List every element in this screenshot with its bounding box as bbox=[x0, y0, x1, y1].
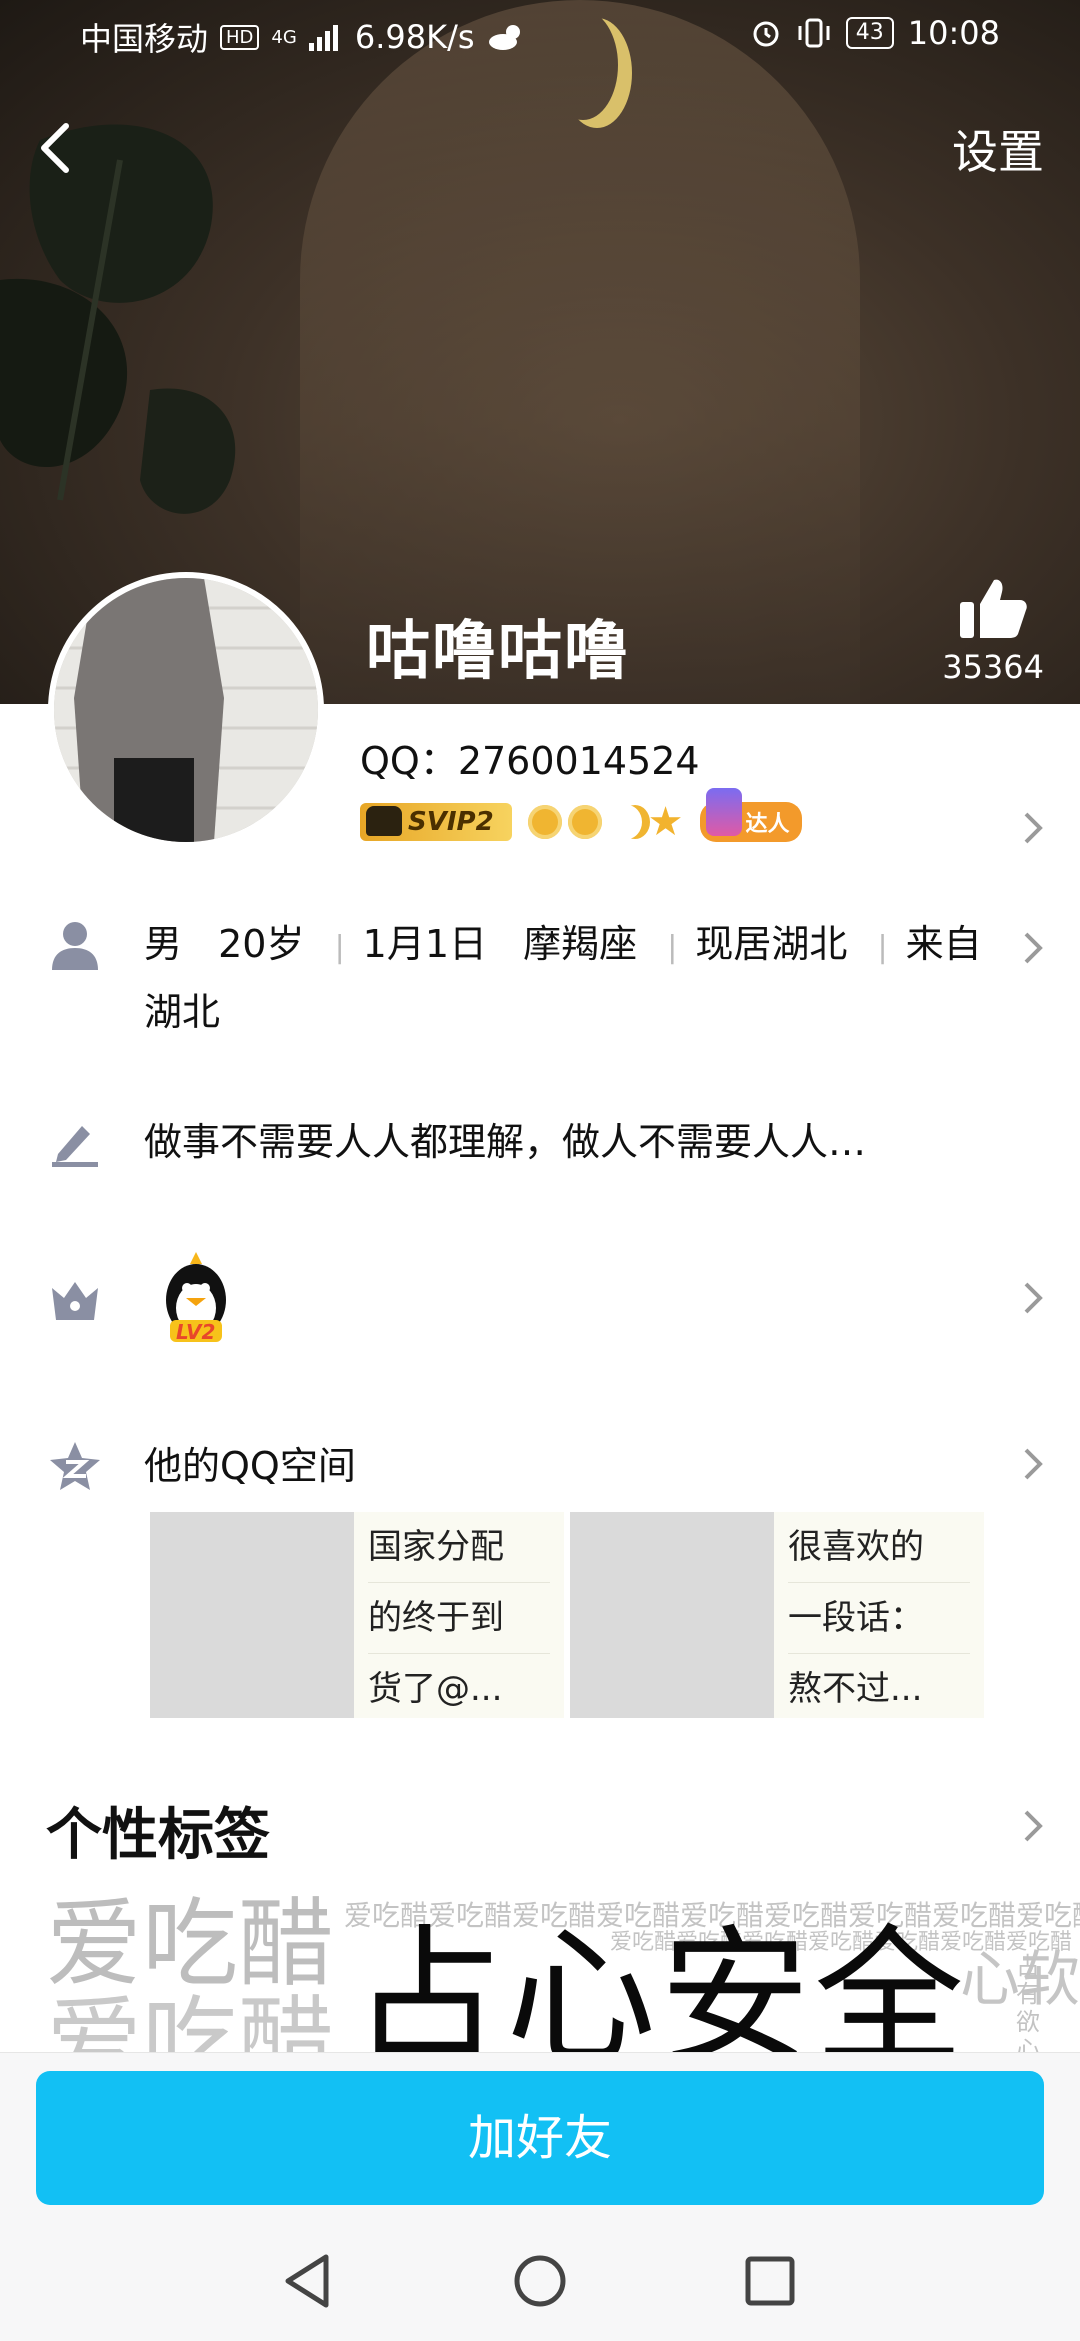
network-speed: 6.98K/s bbox=[354, 18, 475, 56]
signature-text: 做事不需要人人都理解，做人不需要人人… bbox=[144, 1120, 867, 1164]
basic-info-text: 男 20岁 | 1月1日 摩羯座 | 现居湖北 | 来自 湖北 bbox=[144, 912, 1004, 1044]
svip-label: SVIP2 bbox=[408, 807, 494, 837]
caption-line: 很喜欢的 bbox=[788, 1512, 970, 1583]
qq-penguin-level-badge[interactable]: LV2 bbox=[156, 1250, 236, 1350]
sun-level-icon bbox=[567, 805, 602, 839]
status-bar: 中国移动 HD 4G 6.98K/s 43 10:08 bbox=[0, 0, 1080, 72]
qq-number: QQ：2760014524 bbox=[360, 739, 700, 783]
caption-line: 国家分配 bbox=[368, 1512, 550, 1583]
caption-line: 一段话： bbox=[788, 1583, 970, 1654]
qzone-post-image bbox=[150, 1512, 354, 1718]
hometown: 湖北 bbox=[144, 990, 221, 1034]
tag-word: 爱吃醋 bbox=[46, 1888, 334, 2000]
tags-chevron-right-icon[interactable] bbox=[1022, 1808, 1044, 1844]
weather-icon bbox=[488, 25, 520, 50]
zodiac: 摩羯座 bbox=[523, 922, 638, 966]
qzone-title: 他的QQ空间 bbox=[144, 1444, 356, 1488]
back-arrow-icon[interactable] bbox=[30, 118, 90, 178]
qzone-post[interactable]: 国家分配 的终于到 货了@... bbox=[150, 1512, 564, 1718]
info-chevron-right-icon[interactable] bbox=[1022, 930, 1044, 966]
separator: | bbox=[667, 930, 678, 965]
star-level-icon: ★ bbox=[647, 799, 684, 845]
badges-chevron-right-icon[interactable] bbox=[1022, 810, 1044, 846]
current-location: 现居湖北 bbox=[695, 922, 848, 966]
tag-word: 爱吃醋 bbox=[46, 1986, 334, 2052]
like-count: 35364 bbox=[942, 648, 1044, 686]
caption-line: 货了@... bbox=[368, 1654, 550, 1718]
network-label: 4G bbox=[271, 26, 297, 48]
hd-badge: HD bbox=[220, 24, 260, 50]
carrier-label: 中国移动 bbox=[80, 20, 209, 58]
qzone-post-image bbox=[570, 1512, 774, 1718]
separator: | bbox=[877, 930, 888, 965]
qzone-post-caption: 国家分配 的终于到 货了@... bbox=[354, 1512, 564, 1718]
person-icon bbox=[52, 922, 98, 970]
age: 20岁 bbox=[218, 922, 305, 966]
level-label: LV2 bbox=[176, 1320, 216, 1344]
birthday: 1月1日 bbox=[362, 922, 488, 966]
tag-vertical-word: 占有欲心 bbox=[1016, 1952, 1040, 2052]
daren-label: 达人 bbox=[745, 812, 790, 837]
crown-icon bbox=[52, 1282, 98, 1320]
daren-phone-icon bbox=[705, 788, 742, 836]
tags-section-title: 个性标签 bbox=[46, 1803, 270, 1868]
clock: 10:08 bbox=[907, 14, 1000, 52]
badge-row[interactable]: SVIP2 ★ 达人 bbox=[360, 788, 802, 845]
avatar[interactable] bbox=[48, 572, 324, 848]
caption-line: 的终于到 bbox=[368, 1583, 550, 1654]
hometown-prefix: 来自 bbox=[905, 922, 982, 966]
moon-level-icon bbox=[612, 805, 642, 839]
level-chevron-right-icon[interactable] bbox=[1022, 1280, 1044, 1316]
daren-badge[interactable]: 达人 bbox=[699, 788, 802, 842]
svip-badge[interactable]: SVIP2 bbox=[360, 803, 512, 841]
add-friend-button[interactable]: 加好友 bbox=[36, 2071, 1044, 2205]
qzone-star-icon bbox=[50, 1442, 100, 1490]
bottom-bar: 加好友 bbox=[0, 2052, 1080, 2341]
sun-level-icon bbox=[527, 805, 562, 839]
nav-back-icon[interactable] bbox=[280, 2251, 336, 2311]
avatar-photo bbox=[54, 578, 318, 842]
battery-indicator: 43 bbox=[845, 17, 894, 49]
thumbs-up-icon bbox=[960, 579, 1027, 638]
nav-home-icon[interactable] bbox=[512, 2251, 568, 2311]
alarm-icon bbox=[753, 21, 779, 47]
nav-recents-icon[interactable] bbox=[742, 2251, 798, 2311]
caption-line: 熬不过... bbox=[788, 1654, 970, 1718]
profile-nickname: 咕噜咕噜 bbox=[366, 615, 630, 689]
qzone-post-grid: 国家分配 的终于到 货了@... 很喜欢的 一段话： 熬不过... bbox=[150, 1512, 984, 1718]
qzone-post[interactable]: 很喜欢的 一段话： 熬不过... bbox=[570, 1512, 984, 1718]
qzone-chevron-right-icon[interactable] bbox=[1022, 1446, 1044, 1482]
qq-level-icons[interactable]: ★ bbox=[527, 799, 684, 845]
svip-crown-icon bbox=[366, 806, 402, 836]
gender: 男 bbox=[144, 922, 183, 966]
vibrate-icon bbox=[798, 18, 830, 48]
separator: | bbox=[334, 930, 345, 965]
pencil-icon bbox=[52, 1126, 98, 1167]
signal-icon bbox=[308, 25, 338, 51]
settings-button[interactable]: 设置 bbox=[952, 116, 1044, 182]
tag-cloud[interactable]: 爱吃醋 爱吃醋 爱吃醋爱吃醋爱吃醋爱吃醋爱吃醋爱吃醋爱吃醋爱吃醋爱吃醋 爱吃醋爱… bbox=[0, 1880, 1080, 2052]
like-button[interactable]: 35364 bbox=[942, 578, 1044, 686]
qzone-post-caption: 很喜欢的 一段话： 熬不过... bbox=[774, 1512, 984, 1718]
